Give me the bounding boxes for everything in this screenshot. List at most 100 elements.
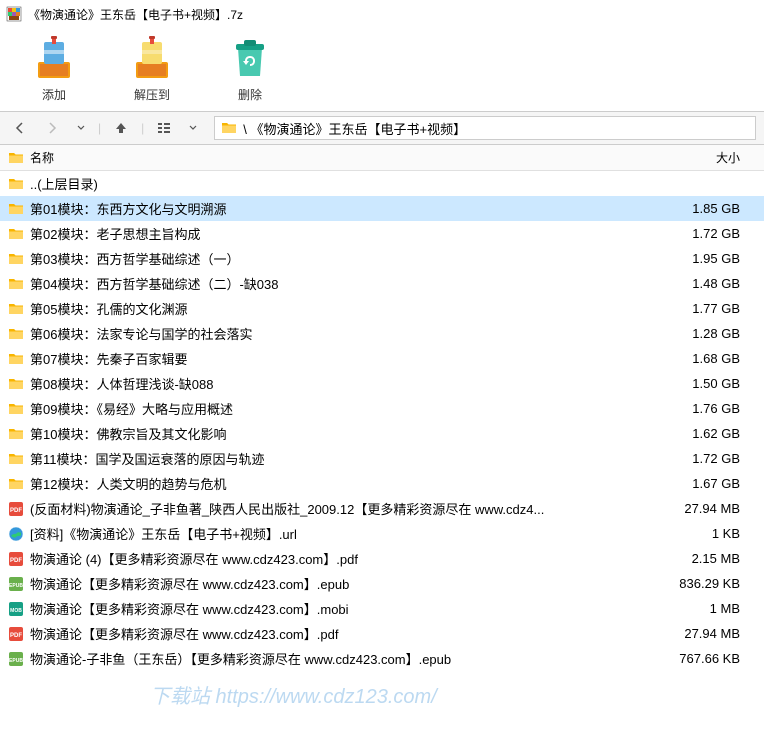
file-row[interactable]: ..(上层目录)	[0, 171, 764, 196]
file-row[interactable]: 物演通论【更多精彩资源尽在 www.cdz423.com】.pdf27.94 M…	[0, 621, 764, 646]
file-name: 第03模块：西方哲学基础综述（一）	[30, 249, 656, 268]
folder-icon	[8, 451, 24, 467]
file-row[interactable]: 第11模块：国学及国运衰落的原因与轨迹1.72 GB	[0, 446, 764, 471]
file-name: 第12模块：人类文明的趋势与危机	[30, 474, 656, 493]
folder-icon	[8, 351, 24, 367]
file-name: 物演通论【更多精彩资源尽在 www.cdz423.com】.epub	[30, 574, 656, 593]
file-name: 物演通论-子非鱼（王东岳）【更多精彩资源尽在 www.cdz423.com】.e…	[30, 649, 656, 668]
folder-icon	[8, 376, 24, 392]
file-size: 27.94 MB	[656, 501, 756, 516]
file-row[interactable]: [资料]《物演通论》王东岳【电子书+视频】.url1 KB	[0, 521, 764, 546]
pdf-icon	[8, 501, 24, 517]
app-icon	[6, 6, 22, 22]
file-row[interactable]: 第10模块：佛教宗旨及其文化影响1.62 GB	[0, 421, 764, 446]
main-toolbar: 添加 解压到 删除	[0, 28, 764, 111]
epub-icon	[8, 651, 24, 667]
up-button[interactable]	[109, 118, 133, 138]
column-size[interactable]: 大小	[656, 149, 756, 166]
file-size: 1.28 GB	[656, 326, 756, 341]
mobi-icon	[8, 601, 24, 617]
file-row[interactable]: 物演通论 (4)【更多精彩资源尽在 www.cdz423.com】.pdf2.1…	[0, 546, 764, 571]
add-label: 添加	[42, 86, 66, 103]
pathbar[interactable]: \ 《物演通论》王东岳【电子书+视频】	[214, 116, 756, 140]
file-row[interactable]: 物演通论【更多精彩资源尽在 www.cdz423.com】.mobi1 MB	[0, 596, 764, 621]
folder-icon	[8, 401, 24, 417]
file-size: 836.29 KB	[656, 576, 756, 591]
folder-icon	[8, 476, 24, 492]
file-size: 1.95 GB	[656, 251, 756, 266]
file-name: [资料]《物演通论》王东岳【电子书+视频】.url	[30, 524, 656, 543]
back-button[interactable]	[8, 118, 32, 138]
file-row[interactable]: 物演通论-子非鱼（王东岳）【更多精彩资源尽在 www.cdz423.com】.e…	[0, 646, 764, 671]
separator: |	[98, 121, 101, 135]
file-row[interactable]: 物演通论【更多精彩资源尽在 www.cdz423.com】.epub836.29…	[0, 571, 764, 596]
file-row[interactable]: 第07模块：先秦子百家辑要1.68 GB	[0, 346, 764, 371]
file-size: 1.68 GB	[656, 351, 756, 366]
delete-label: 删除	[238, 86, 262, 103]
file-name: 第04模块：西方哲学基础综述（二）-缺038	[30, 274, 656, 293]
file-name: 第08模块：人体哲理浅谈-缺088	[30, 374, 656, 393]
file-row[interactable]: 第08模块：人体哲理浅谈-缺0881.50 GB	[0, 371, 764, 396]
add-button[interactable]: 添加	[30, 34, 78, 103]
forward-button[interactable]	[40, 118, 64, 138]
path-text: \ 《物演通论》王东岳【电子书+视频】	[243, 119, 466, 138]
file-row[interactable]: 第01模块：东西方文化与文明溯源1.85 GB	[0, 196, 764, 221]
navbar: | | \ 《物演通论》王东岳【电子书+视频】	[0, 111, 764, 145]
folder-icon	[221, 120, 237, 136]
add-icon	[30, 34, 78, 82]
file-row[interactable]: 第04模块：西方哲学基础综述（二）-缺0381.48 GB	[0, 271, 764, 296]
file-size: 1 KB	[656, 526, 756, 541]
file-name: 第02模块：老子思想主旨构成	[30, 224, 656, 243]
folder-icon	[8, 426, 24, 442]
file-size: 1.50 GB	[656, 376, 756, 391]
delete-button[interactable]: 删除	[226, 34, 274, 103]
file-size: 1.85 GB	[656, 201, 756, 216]
file-size: 1.72 GB	[656, 226, 756, 241]
file-size: 1.48 GB	[656, 276, 756, 291]
file-list: ..(上层目录)第01模块：东西方文化与文明溯源1.85 GB第02模块：老子思…	[0, 171, 764, 671]
file-name: 物演通论【更多精彩资源尽在 www.cdz423.com】.pdf	[30, 624, 656, 643]
file-row[interactable]: 第12模块：人类文明的趋势与危机1.67 GB	[0, 471, 764, 496]
file-size: 2.15 MB	[656, 551, 756, 566]
extract-button[interactable]: 解压到	[128, 34, 176, 103]
folder-icon	[8, 201, 24, 217]
dropdown-button[interactable]	[72, 118, 90, 138]
delete-icon	[226, 34, 274, 82]
file-name: (反面材料)物演通论_子非鱼著_陕西人民出版社_2009.12【更多精彩资源尽在…	[30, 499, 656, 518]
file-name: 第10模块：佛教宗旨及其文化影响	[30, 424, 656, 443]
file-size: 1.76 GB	[656, 401, 756, 416]
separator: |	[141, 121, 144, 135]
file-name: 第09模块：《易经》大略与应用概述	[30, 399, 656, 418]
file-size: 27.94 MB	[656, 626, 756, 641]
extract-icon	[128, 34, 176, 82]
view-dropdown-button[interactable]	[184, 118, 202, 138]
file-size: 1.72 GB	[656, 451, 756, 466]
pdf-icon	[8, 626, 24, 642]
file-row[interactable]: 第02模块：老子思想主旨构成1.72 GB	[0, 221, 764, 246]
file-size: 1 MB	[656, 601, 756, 616]
file-row[interactable]: 第09模块：《易经》大略与应用概述1.76 GB	[0, 396, 764, 421]
file-name: 第07模块：先秦子百家辑要	[30, 349, 656, 368]
folder-icon	[8, 150, 24, 166]
url-icon	[8, 526, 24, 542]
file-row[interactable]: 第05模块：孔儒的文化渊源1.77 GB	[0, 296, 764, 321]
file-name: 第11模块：国学及国运衰落的原因与轨迹	[30, 449, 656, 468]
file-name: 物演通论【更多精彩资源尽在 www.cdz423.com】.mobi	[30, 599, 656, 618]
file-row[interactable]: 第06模块：法家专论与国学的社会落实1.28 GB	[0, 321, 764, 346]
file-row[interactable]: 第03模块：西方哲学基础综述（一）1.95 GB	[0, 246, 764, 271]
extract-label: 解压到	[134, 86, 170, 103]
file-row[interactable]: (反面材料)物演通论_子非鱼著_陕西人民出版社_2009.12【更多精彩资源尽在…	[0, 496, 764, 521]
file-size: 767.66 KB	[656, 651, 756, 666]
file-size: 1.62 GB	[656, 426, 756, 441]
column-name[interactable]: 名称	[30, 149, 656, 166]
titlebar: 《物演通论》王东岳【电子书+视频】.7z	[0, 0, 764, 28]
column-headers: 名称 大小	[0, 145, 764, 171]
file-name: 第06模块：法家专论与国学的社会落实	[30, 324, 656, 343]
folder-icon	[8, 176, 24, 192]
file-size: 1.67 GB	[656, 476, 756, 491]
view-button[interactable]	[152, 118, 176, 138]
file-name: 第01模块：东西方文化与文明溯源	[30, 199, 656, 218]
folder-icon	[8, 326, 24, 342]
file-size: 1.77 GB	[656, 301, 756, 316]
window-title: 《物演通论》王东岳【电子书+视频】.7z	[28, 6, 243, 23]
